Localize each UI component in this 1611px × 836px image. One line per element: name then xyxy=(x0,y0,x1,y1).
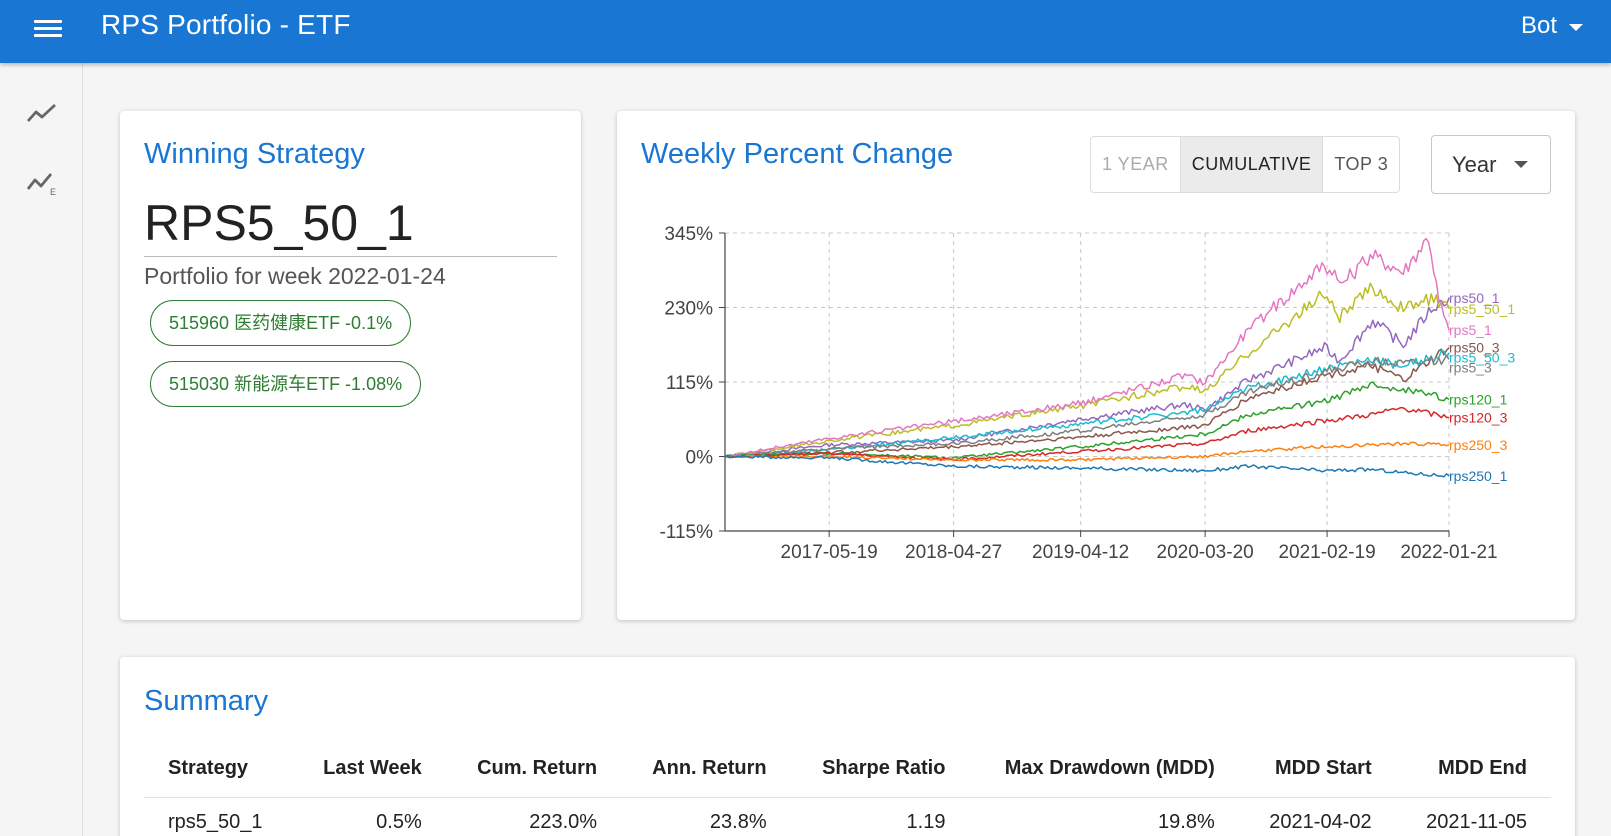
column-header[interactable]: MDD Start xyxy=(1238,741,1396,798)
y-tick-label: 230% xyxy=(664,299,713,320)
x-tick-label: 2021-02-19 xyxy=(1278,542,1375,563)
table-cell: 223.0% xyxy=(529,810,598,833)
column-header[interactable]: Max Drawdown (MDD) xyxy=(969,741,1239,798)
winning-strategy-card: Winning Strategy RPS5_50_1 Portfolio for… xyxy=(120,111,581,620)
table-cell: 19.8% xyxy=(1158,810,1215,833)
holding-chip[interactable]: 515960 医药健康ETF -0.1% xyxy=(150,300,412,346)
table-cell: 1.19 xyxy=(906,810,946,833)
chevron-down-icon xyxy=(1569,24,1583,31)
hamburger-menu-icon[interactable] xyxy=(34,17,62,41)
series-line-rps5_1 xyxy=(724,237,1450,458)
weekly-percent-change-card: Weekly Percent Change 1 YEAR CUMULATIVE … xyxy=(617,111,1575,620)
series-label: rps120_1 xyxy=(1449,391,1508,407)
x-tick-label: 2022-01-21 xyxy=(1400,542,1497,563)
y-tick-label: 115% xyxy=(666,373,713,394)
y-tick-label: 345% xyxy=(664,224,713,245)
y-tick-label: 0% xyxy=(686,448,714,469)
summary-table: Strategy Last Week Cum. Return Ann. Retu… xyxy=(144,741,1551,836)
x-tick-label: 2019-04-12 xyxy=(1032,542,1129,563)
sidebar: E xyxy=(0,63,83,836)
table-cell: rps5_50_1 xyxy=(168,810,263,833)
table-cell: 2021-11-05 xyxy=(1426,810,1527,833)
series-label: rps5_1 xyxy=(1449,322,1492,338)
series-label: rps120_3 xyxy=(1449,410,1508,426)
line-chart: -115% 0% 115% 230% 345% 2017-05-19 2018-04-27 2… xyxy=(659,224,1515,563)
x-tick-label: 2018-04-27 xyxy=(905,542,1002,563)
series-label: rps5_50_1 xyxy=(1449,301,1515,317)
column-header[interactable]: Strategy xyxy=(144,741,293,798)
user-name: Bot xyxy=(1520,12,1557,39)
user-menu[interactable]: Bot xyxy=(1521,12,1583,40)
portfolio-week-subtitle: Portfolio for week 2022-01-24 xyxy=(144,263,446,289)
column-header[interactable]: MDD End xyxy=(1395,741,1551,798)
trending-line-icon[interactable] xyxy=(25,97,59,127)
summary-title: Summary xyxy=(144,685,269,717)
app-title: RPS Portfolio - ETF xyxy=(101,9,351,40)
table-cell: 0.5% xyxy=(376,810,422,833)
table-row[interactable]: rps5_50_1 0.5% 223.0% 23.8% 1.19 19.8% 2… xyxy=(144,797,1551,836)
winning-strategy-title: Winning Strategy xyxy=(144,138,365,170)
holding-chip[interactable]: 515030 新能源车ETF -1.08% xyxy=(150,361,422,407)
series-label: rps5_3 xyxy=(1449,360,1492,376)
column-header[interactable]: Last Week xyxy=(292,741,446,798)
column-header[interactable]: Sharpe Ratio xyxy=(790,741,970,798)
y-tick-label: -115% xyxy=(659,522,713,543)
trending-line-e-icon[interactable]: E xyxy=(25,167,59,197)
table-header-row: Strategy Last Week Cum. Return Ann. Retu… xyxy=(144,741,1551,798)
x-tick-label: 2017-05-19 xyxy=(781,542,878,563)
column-header[interactable]: Cum. Return xyxy=(445,741,622,798)
app-bar: RPS Portfolio - ETF Bot xyxy=(0,0,1611,63)
series-label: rps250_1 xyxy=(1449,468,1508,484)
winning-strategy-name: RPS5_50_1 xyxy=(144,195,414,251)
divider xyxy=(144,256,557,257)
column-header[interactable]: Ann. Return xyxy=(621,741,791,798)
svg-text:E: E xyxy=(50,187,56,197)
summary-card: Summary Strategy Last Week Cum. Return A… xyxy=(120,657,1575,836)
x-tick-label: 2020-03-20 xyxy=(1157,542,1254,563)
table-cell: 23.8% xyxy=(709,810,767,833)
series-label: rps250_3 xyxy=(1449,437,1508,453)
table-cell: 2021-04-02 xyxy=(1269,810,1372,833)
